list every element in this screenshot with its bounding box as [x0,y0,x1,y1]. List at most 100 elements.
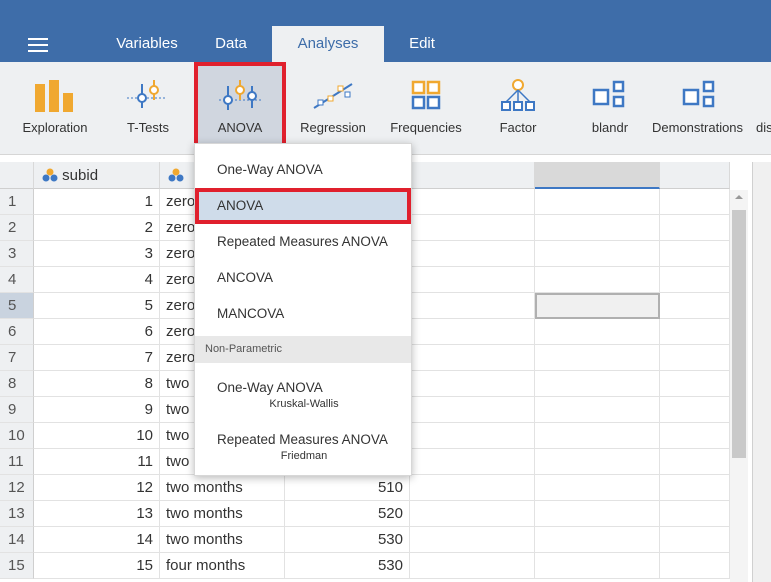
vertical-scrollbar[interactable] [730,190,748,582]
column-header-selected[interactable] [535,162,660,189]
cell-empty[interactable] [660,397,730,423]
cell-empty[interactable] [660,553,730,579]
factor-button[interactable]: Factor [480,62,556,154]
cell-empty[interactable] [660,475,730,501]
menu-item-one-way-anova[interactable]: One-Way ANOVA [195,152,411,188]
cell-empty[interactable] [660,189,730,215]
cell-empty[interactable] [660,449,730,475]
cell-empty[interactable] [535,501,660,527]
cell-empty[interactable] [535,267,660,293]
cell-empty[interactable] [535,475,660,501]
cell-group[interactable]: four months [160,553,285,579]
cell-subid[interactable]: 2 [34,215,160,241]
cell-empty[interactable] [660,527,730,553]
ttests-icon [127,80,167,108]
cell-empty[interactable] [535,423,660,449]
exploration-button[interactable]: Exploration [10,62,100,154]
cell-subid[interactable]: 10 [34,423,160,449]
menu-item-mancova[interactable]: MANCOVA [195,296,411,332]
cell-group[interactable]: two months [160,501,285,527]
cell-empty[interactable] [535,345,660,371]
cell-empty[interactable] [535,397,660,423]
menu-item-ancova[interactable]: ANCOVA [195,260,411,296]
tab-data[interactable]: Data [206,26,256,62]
column-header-empty[interactable] [660,162,730,189]
cell-empty[interactable] [535,319,660,345]
cell-empty[interactable] [660,319,730,345]
cell-empty[interactable] [410,267,535,293]
dis-button[interactable]: dis [752,62,771,154]
cell-value[interactable]: 530 [285,527,410,553]
column-header-empty[interactable] [410,162,535,189]
cell-subid[interactable]: 13 [34,501,160,527]
scrollbar-thumb[interactable] [732,210,746,458]
cell-subid[interactable]: 7 [34,345,160,371]
cell-subid[interactable]: 8 [34,371,160,397]
cell-empty[interactable] [410,241,535,267]
cell-empty[interactable] [660,267,730,293]
cell-empty[interactable] [410,345,535,371]
menu-item-anova[interactable]: ANOVA [195,188,411,224]
cell-empty[interactable] [660,501,730,527]
menu-item-friedman[interactable]: Repeated Measures ANOVA Friedman [195,432,411,476]
cell-empty[interactable] [535,371,660,397]
cell-empty[interactable] [660,423,730,449]
cell-empty[interactable] [535,241,660,267]
scroll-up-icon[interactable] [730,190,748,204]
cell-empty[interactable] [410,527,535,553]
cell-value[interactable]: 520 [285,501,410,527]
cell-empty[interactable] [535,449,660,475]
ttests-button[interactable]: T-Tests [108,62,188,154]
demonstrations-button[interactable]: Demonstrations [652,62,748,154]
cell-empty[interactable] [660,241,730,267]
anova-button[interactable]: ANOVA [194,62,286,154]
cell-subid[interactable]: 1 [34,189,160,215]
cell-value[interactable]: 510 [285,475,410,501]
column-header-subid[interactable]: subid [34,162,160,189]
cell-empty[interactable] [660,293,730,319]
cell-empty[interactable] [410,449,535,475]
row-number: 11 [0,449,34,475]
cell-empty[interactable] [410,189,535,215]
cell-subid[interactable]: 6 [34,319,160,345]
exploration-icon [35,80,73,112]
cell-empty[interactable] [535,189,660,215]
cell-value[interactable]: 530 [285,553,410,579]
tab-analyses[interactable]: Analyses [272,26,384,62]
tab-edit[interactable]: Edit [396,26,448,62]
cell-subid[interactable]: 9 [34,397,160,423]
cell-subid[interactable]: 5 [34,293,160,319]
menu-item-kruskal-wallis[interactable]: One-Way ANOVA Kruskal-Wallis [195,380,411,424]
cell-empty[interactable] [660,371,730,397]
cell-empty[interactable] [660,345,730,371]
cell-empty[interactable] [410,371,535,397]
cell-empty[interactable] [410,215,535,241]
cell-empty[interactable] [535,553,660,579]
regression-button[interactable]: Regression [292,62,374,154]
cell-subid[interactable]: 15 [34,553,160,579]
cell-empty[interactable] [410,319,535,345]
cell-empty[interactable] [410,397,535,423]
row-number: 1 [0,189,34,215]
cell-subid[interactable]: 3 [34,241,160,267]
menu-icon[interactable] [28,38,48,52]
blandr-button[interactable]: blandr [572,62,648,154]
cell-empty[interactable] [410,553,535,579]
cell-subid[interactable]: 4 [34,267,160,293]
cell-group[interactable]: two months [160,527,285,553]
cell-empty[interactable] [410,423,535,449]
cell-empty[interactable] [410,475,535,501]
selected-cell[interactable] [535,293,660,319]
frequencies-button[interactable]: Frequencies [380,62,472,154]
cell-empty[interactable] [535,215,660,241]
cell-group[interactable]: two months [160,475,285,501]
cell-empty[interactable] [410,501,535,527]
cell-subid[interactable]: 12 [34,475,160,501]
cell-empty[interactable] [410,293,535,319]
cell-empty[interactable] [535,527,660,553]
menu-item-repeated-measures-anova[interactable]: Repeated Measures ANOVA [195,224,411,260]
cell-empty[interactable] [660,215,730,241]
cell-subid[interactable]: 14 [34,527,160,553]
cell-subid[interactable]: 11 [34,449,160,475]
tab-variables[interactable]: Variables [88,26,206,62]
